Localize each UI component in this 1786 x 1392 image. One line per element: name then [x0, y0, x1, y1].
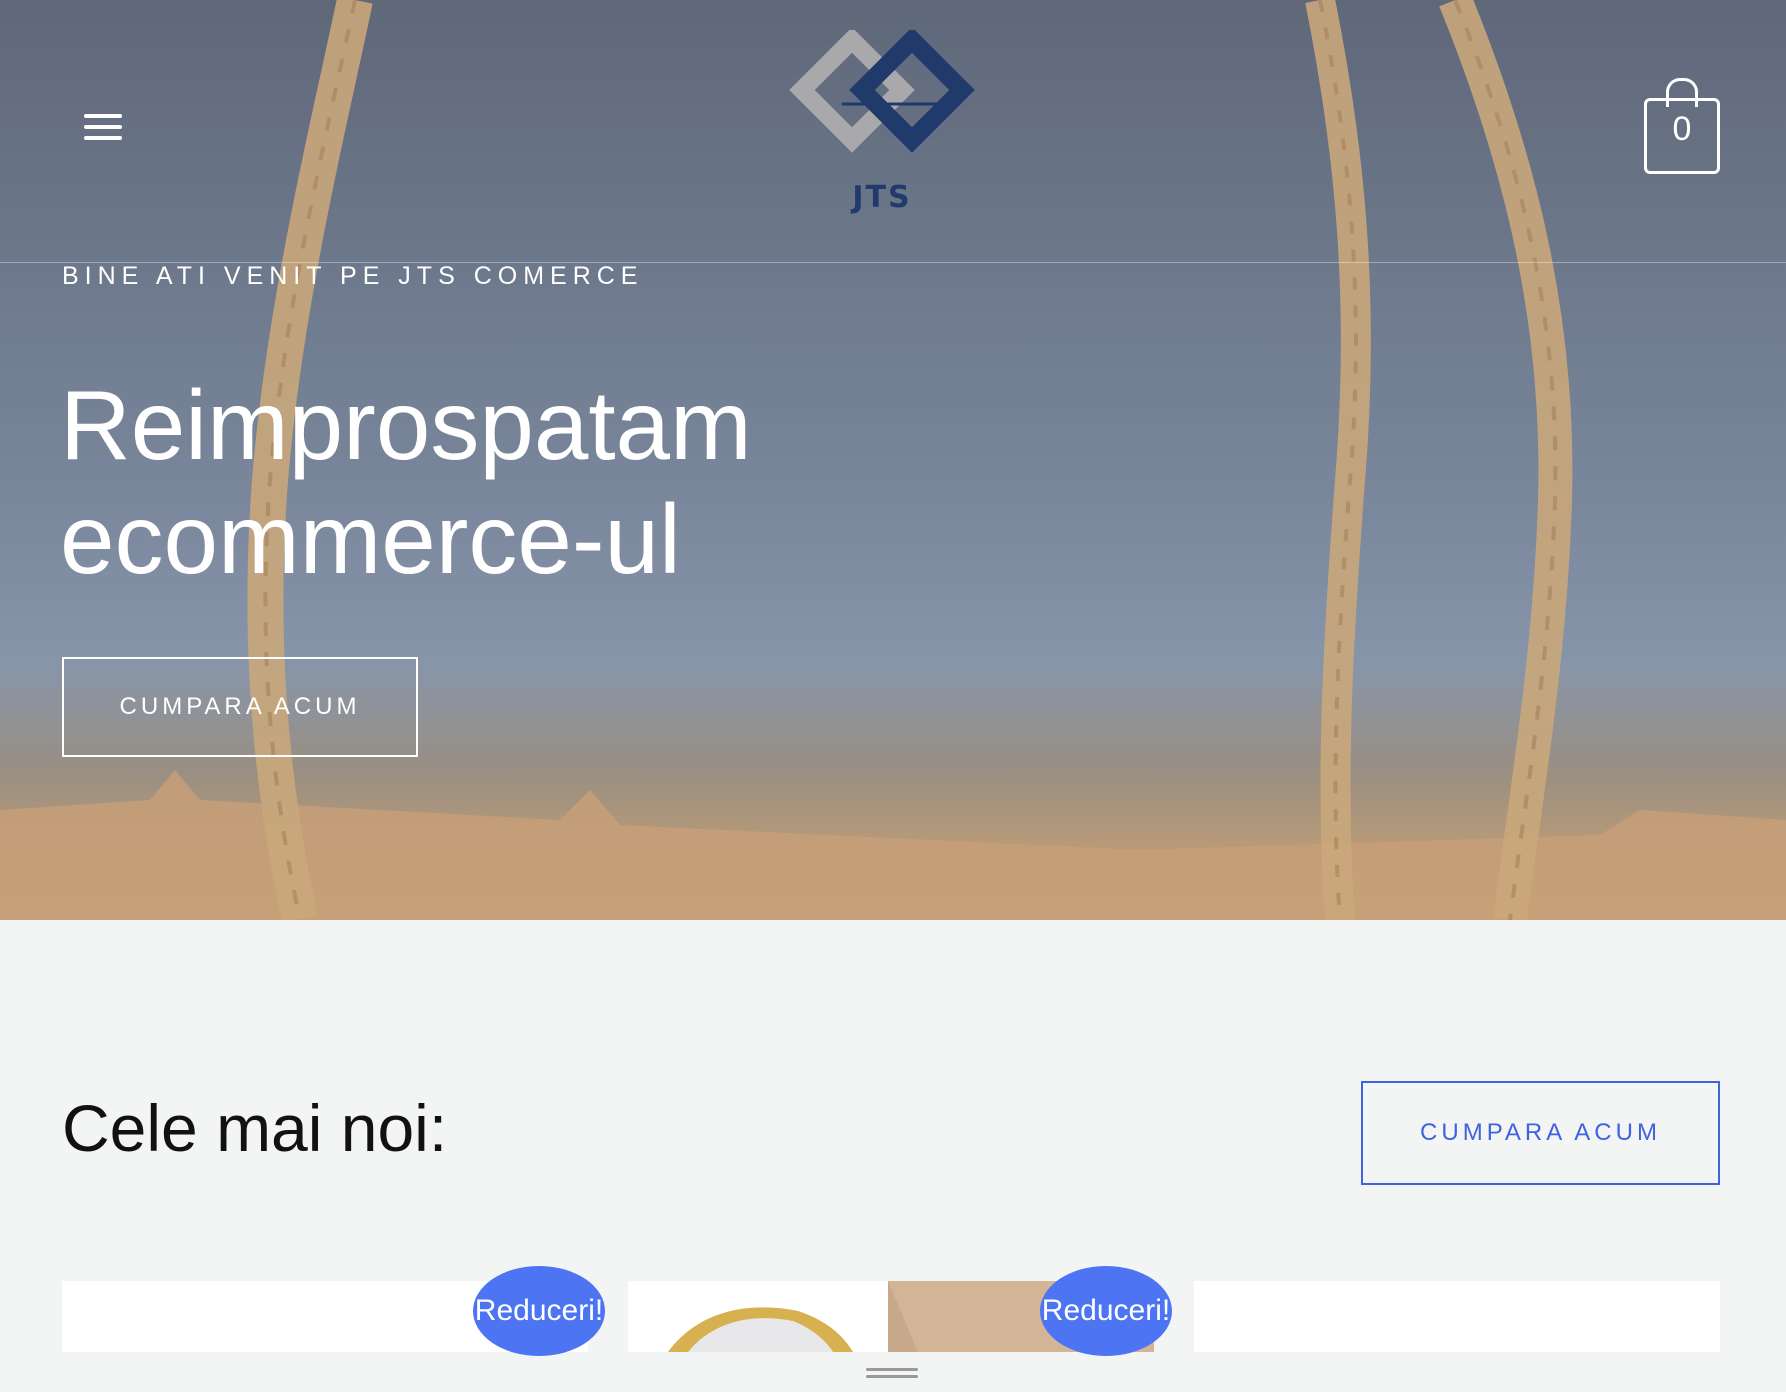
- hamburger-menu-icon[interactable]: [84, 114, 122, 144]
- latest-products-title: Cele mai noi:: [62, 1091, 448, 1165]
- shopping-bag-icon[interactable]: 0: [1642, 76, 1722, 174]
- latest-shop-now-button[interactable]: CUMPARA ACUM: [1361, 1081, 1720, 1185]
- site-logo[interactable]: JTS: [772, 27, 992, 220]
- logo-text: JTS: [852, 180, 912, 215]
- hero-headline: Reimprospatam ecommerce-ul: [60, 368, 960, 596]
- sale-badge: Reduceri!: [473, 1266, 605, 1356]
- logo-mark: [789, 27, 975, 153]
- drag-handle-icon[interactable]: [866, 1368, 918, 1378]
- hero-eyebrow: BINE ATI VENIT PE JTS COMERCE: [62, 262, 644, 290]
- hero-section: JTS 0 BINE ATI VENIT PE JTS COMERCE Reim…: [0, 0, 1786, 920]
- cart-count: 0: [1672, 110, 1692, 148]
- hero-headline-line1: Reimprospatam: [60, 370, 752, 480]
- hero-headline-line2: ecommerce-ul: [60, 484, 681, 594]
- hero-shop-now-button[interactable]: CUMPARA ACUM: [62, 657, 418, 757]
- product-card[interactable]: [1194, 1281, 1720, 1352]
- sale-badge: Reduceri!: [1040, 1266, 1172, 1356]
